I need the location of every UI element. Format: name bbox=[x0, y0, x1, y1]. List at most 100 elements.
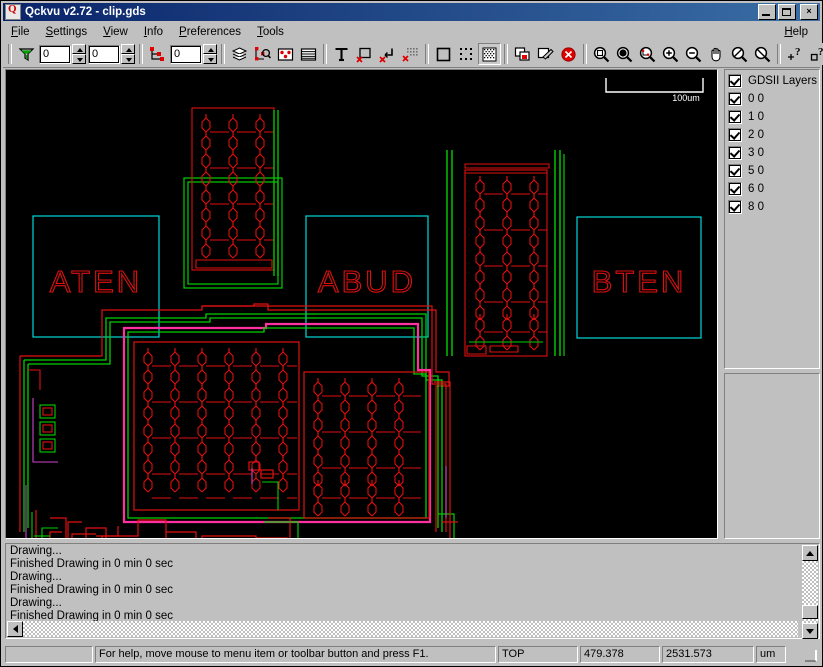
layer-label-8-0: 8 0 bbox=[748, 201, 764, 213]
color-palette-icon[interactable] bbox=[274, 43, 297, 65]
gds-canvas[interactable]: 100um ATEN ABUD BTEN bbox=[5, 69, 718, 539]
depth-spinner-down[interactable] bbox=[72, 54, 86, 64]
layer-label-3-0: 3 0 bbox=[748, 147, 764, 159]
outline-fill-icon[interactable] bbox=[432, 43, 455, 65]
layer-checkbox-3-0[interactable] bbox=[728, 146, 742, 160]
layer-checkbox-5-0[interactable] bbox=[728, 164, 742, 178]
layer-item-0-0[interactable]: 0 0 bbox=[728, 90, 819, 108]
zoom-all-icon[interactable] bbox=[613, 43, 636, 65]
menu-help-label: elp bbox=[792, 25, 808, 38]
menu-help[interactable]: Help bbox=[776, 24, 820, 40]
layer-label-1-0: 1 0 bbox=[748, 111, 764, 123]
copy-cell-icon[interactable] bbox=[511, 43, 534, 65]
edit-cell-icon[interactable] bbox=[534, 43, 557, 65]
hierarchy-spinner-buttons[interactable] bbox=[203, 44, 217, 64]
cell-label-bten: BTEN bbox=[592, 264, 687, 299]
query-point-icon[interactable]: ? bbox=[784, 43, 807, 65]
layer-label-2-0: 2 0 bbox=[748, 129, 764, 141]
toolbar-separator bbox=[221, 44, 225, 64]
log-vertical-scrollbar[interactable] bbox=[802, 545, 818, 639]
toolbar-separator bbox=[8, 44, 12, 64]
toolbar: 0 0 0 ? ? bbox=[3, 41, 823, 68]
depth-spinner[interactable]: 0 bbox=[39, 44, 86, 64]
menu-info-label: nfo bbox=[147, 25, 164, 38]
hierarchy-tree-icon[interactable] bbox=[146, 43, 169, 65]
zoom-next-icon[interactable] bbox=[751, 43, 774, 65]
menu-preferences[interactable]: Preferences bbox=[171, 24, 249, 40]
menu-tools[interactable]: Tools bbox=[249, 24, 292, 40]
layer-checkbox-0-0[interactable] bbox=[728, 92, 742, 106]
level-spinner-up[interactable] bbox=[121, 44, 135, 54]
resize-grip-icon[interactable] bbox=[804, 648, 818, 662]
log-hscroll-track[interactable] bbox=[23, 621, 798, 637]
log-line: Finished Drawing in 0 min 0 sec bbox=[10, 558, 173, 570]
status-y-coordinate: 2531.573 bbox=[662, 646, 754, 663]
level-spinner[interactable]: 0 bbox=[88, 44, 135, 64]
close-button[interactable]: × bbox=[800, 4, 818, 20]
log-panel[interactable]: Drawing... Finished Drawing in 0 min 0 s… bbox=[5, 543, 820, 639]
log-scroll-left-button[interactable] bbox=[7, 621, 23, 637]
solid-fill-icon[interactable] bbox=[478, 43, 501, 65]
menu-settings-label: ettings bbox=[53, 25, 88, 38]
text-tool-icon[interactable] bbox=[330, 43, 353, 65]
cancel-icon[interactable] bbox=[557, 43, 580, 65]
zoom-previous-icon[interactable] bbox=[728, 43, 751, 65]
pan-hand-icon[interactable] bbox=[705, 43, 728, 65]
zoom-in-icon[interactable] bbox=[659, 43, 682, 65]
hierarchy-spinner-down[interactable] bbox=[203, 54, 217, 64]
menu-settings[interactable]: Settings bbox=[38, 24, 96, 40]
layer-item-3-0[interactable]: 3 0 bbox=[728, 144, 819, 162]
level-spinner-down[interactable] bbox=[121, 54, 135, 64]
log-scroll-up-button[interactable] bbox=[802, 545, 818, 561]
maximize-button[interactable] bbox=[778, 4, 796, 20]
layer-item-8-0[interactable]: 8 0 bbox=[728, 198, 819, 216]
properties-panel[interactable] bbox=[724, 373, 820, 539]
layers-icon[interactable] bbox=[228, 43, 251, 65]
layer-checkbox-1-0[interactable] bbox=[728, 110, 742, 124]
fill-styles-icon[interactable] bbox=[297, 43, 320, 65]
minimize-button[interactable] bbox=[758, 4, 776, 20]
hierarchy-spinner-value[interactable]: 0 bbox=[170, 44, 202, 64]
layer-item-6-0[interactable]: 6 0 bbox=[728, 180, 819, 198]
qckvu-main-window: Qckvu v2.72 - clip.gds × File Settings V… bbox=[0, 0, 823, 667]
depth-spinner-value[interactable]: 0 bbox=[39, 44, 71, 64]
depth-spinner-up[interactable] bbox=[72, 44, 86, 54]
layers-panel[interactable]: GDSII Layers 0 0 1 0 2 0 3 0 5 0 6 0 8 0 bbox=[724, 69, 820, 369]
hide-path-icon[interactable] bbox=[376, 43, 399, 65]
hide-array-icon[interactable] bbox=[399, 43, 422, 65]
layers-panel-header[interactable]: GDSII Layers bbox=[728, 72, 819, 90]
layer-item-2-0[interactable]: 2 0 bbox=[728, 126, 819, 144]
layer-search-icon[interactable] bbox=[251, 43, 274, 65]
menu-info[interactable]: Info bbox=[136, 24, 171, 40]
layer-checkbox-8-0[interactable] bbox=[728, 200, 742, 214]
window-controls: × bbox=[758, 4, 818, 20]
level-spinner-buttons[interactable] bbox=[121, 44, 135, 64]
log-horizontal-scrollbar[interactable] bbox=[7, 621, 798, 637]
menu-file[interactable]: File bbox=[3, 24, 38, 40]
status-x-coordinate: 479.378 bbox=[580, 646, 660, 663]
log-scroll-down-button[interactable] bbox=[802, 623, 818, 639]
hierarchy-spinner-up[interactable] bbox=[203, 44, 217, 54]
log-scroll-thumb[interactable] bbox=[802, 605, 818, 619]
level-spinner-value[interactable]: 0 bbox=[88, 44, 120, 64]
layers-header-label: GDSII Layers bbox=[748, 75, 818, 87]
layer-item-1-0[interactable]: 1 0 bbox=[728, 108, 819, 126]
dotted-fill-icon[interactable] bbox=[455, 43, 478, 65]
layer-checkbox-6-0[interactable] bbox=[728, 182, 742, 196]
hide-box-icon[interactable] bbox=[353, 43, 376, 65]
title-bar: Qckvu v2.72 - clip.gds × bbox=[3, 3, 820, 21]
layer-checkbox-2-0[interactable] bbox=[728, 128, 742, 142]
query-box-icon[interactable]: ? bbox=[807, 43, 823, 65]
log-text: Drawing... Finished Drawing in 0 min 0 s… bbox=[8, 545, 797, 623]
toolbar-separator bbox=[323, 44, 327, 64]
funnel-filter-icon[interactable] bbox=[15, 43, 38, 65]
zoom-select-icon[interactable] bbox=[636, 43, 659, 65]
zoom-out-icon[interactable] bbox=[682, 43, 705, 65]
qckvu-logo-icon bbox=[5, 3, 21, 20]
menu-view[interactable]: View bbox=[95, 24, 136, 40]
zoom-window-icon[interactable] bbox=[590, 43, 613, 65]
layer-item-5-0[interactable]: 5 0 bbox=[728, 162, 819, 180]
depth-spinner-buttons[interactable] bbox=[72, 44, 86, 64]
hierarchy-spinner[interactable]: 0 bbox=[170, 44, 217, 64]
layers-header-checkbox[interactable] bbox=[728, 74, 742, 88]
